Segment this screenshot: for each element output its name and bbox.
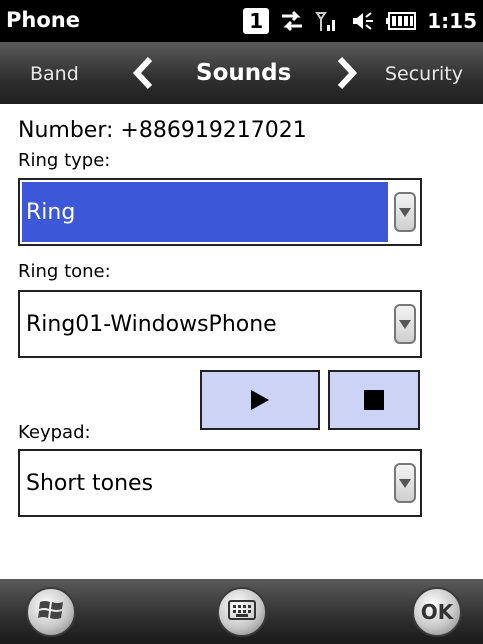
- chevron-down-icon[interactable]: [394, 192, 416, 232]
- play-icon: [251, 390, 269, 410]
- chevron-down-icon[interactable]: [394, 463, 416, 503]
- bottom-bar: OK: [0, 579, 483, 644]
- ring-type-label: Ring type:: [18, 150, 111, 171]
- keypad-label: Keypad:: [18, 422, 91, 443]
- status-bar: Phone 1 1:15: [0, 0, 483, 42]
- stop-icon: [364, 390, 384, 410]
- sync-icon: [279, 9, 305, 33]
- keyboard-icon: [228, 600, 256, 624]
- chevron-left-icon[interactable]: [130, 56, 156, 94]
- ok-label: OK: [420, 600, 454, 624]
- chevron-right-icon[interactable]: [334, 56, 360, 94]
- app-title: Phone: [6, 8, 80, 32]
- ok-button[interactable]: OK: [412, 587, 462, 637]
- ring-tone-value: Ring01-WindowsPhone: [26, 311, 277, 337]
- signal-icon: [315, 9, 339, 33]
- clock: 1:15: [427, 9, 477, 33]
- sim-badge: 1: [243, 8, 270, 34]
- speaker-icon: [349, 9, 375, 33]
- tab-current-sounds: Sounds: [196, 60, 292, 86]
- ring-type-value: Ring: [22, 182, 388, 242]
- tab-nav-bar: Band Sounds Security: [0, 42, 483, 104]
- ring-tone-dropdown[interactable]: Ring01-WindowsPhone: [18, 290, 422, 358]
- keypad-value: Short tones: [26, 470, 154, 496]
- sounds-form: Number: +886919217021 Ring type: Ring Ri…: [0, 104, 483, 579]
- status-icons: 1 1:15: [243, 6, 477, 36]
- phone-number: Number: +886919217021: [18, 118, 307, 143]
- tab-previous-band[interactable]: Band: [30, 63, 79, 85]
- play-button[interactable]: [200, 370, 320, 430]
- chevron-down-icon[interactable]: [394, 304, 416, 344]
- windows-start-icon: [37, 596, 65, 628]
- start-button[interactable]: [26, 587, 76, 637]
- keyboard-button[interactable]: [217, 587, 267, 637]
- tab-next-security[interactable]: Security: [385, 63, 463, 85]
- stop-button[interactable]: [328, 370, 420, 430]
- battery-icon: [385, 10, 417, 32]
- keypad-dropdown[interactable]: Short tones: [18, 449, 422, 517]
- ring-tone-label: Ring tone:: [18, 261, 111, 282]
- ring-type-dropdown[interactable]: Ring: [18, 178, 422, 246]
